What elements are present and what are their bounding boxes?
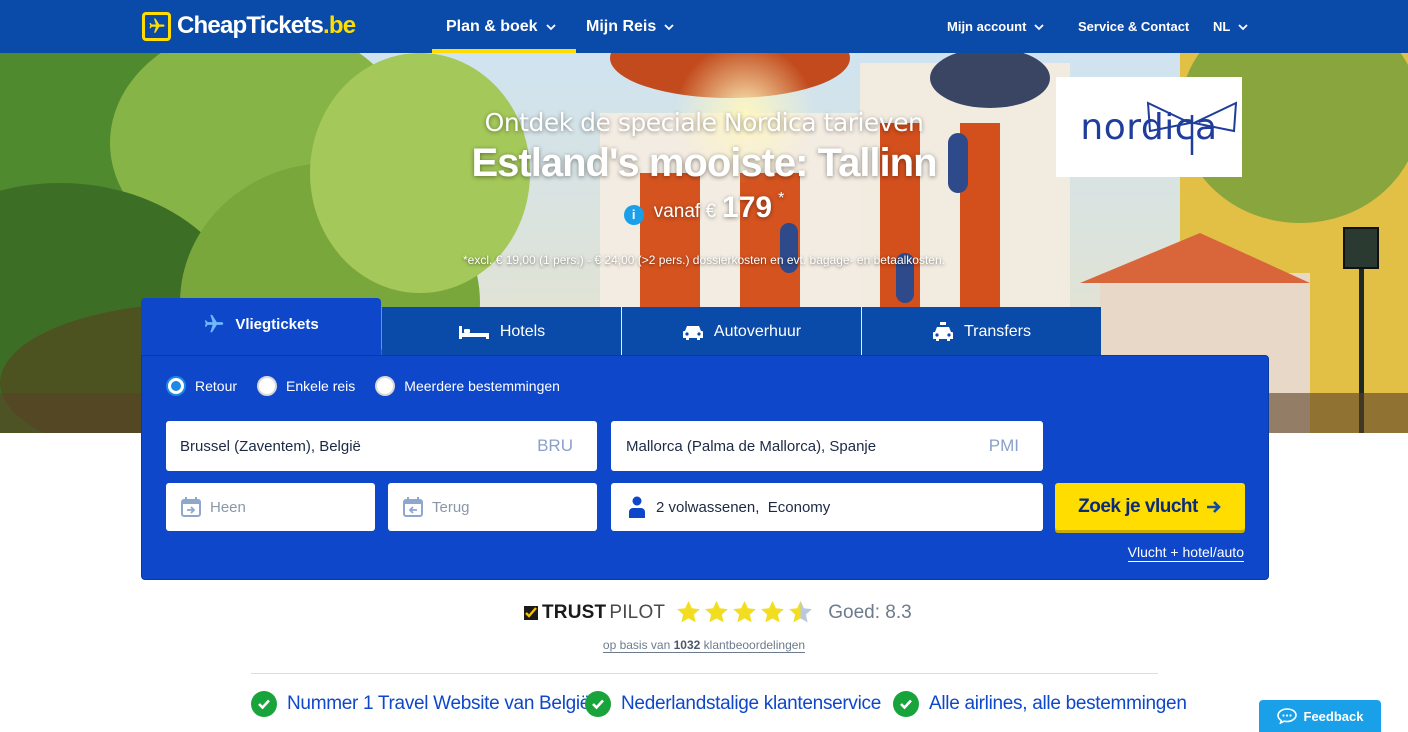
nav-service-label: Service & Contact <box>1078 19 1190 34</box>
passengers-cabin-selector[interactable]: 2 volwassenen, Economy <box>611 483 1043 531</box>
feedback-button[interactable]: Feedback <box>1259 700 1381 732</box>
destination-value: Mallorca (Palma de Mallorca), Spanje <box>626 437 877 455</box>
dragonfly-icon <box>1146 101 1238 155</box>
car-icon <box>682 325 703 340</box>
logo[interactable]: CheapTickets.be <box>142 11 356 41</box>
calendar-return-icon <box>403 497 423 517</box>
tab-transfers[interactable]: Transfers <box>862 307 1101 356</box>
check-circle-icon <box>251 691 277 717</box>
taxi-icon <box>933 321 953 341</box>
trustpilot-reviews-link[interactable]: op basis van 1032 klantbeoordelingen <box>0 638 1408 653</box>
search-button-label: Zoek je vlucht <box>1078 495 1198 517</box>
price-value: 179 <box>722 191 773 224</box>
language-label: NL <box>1213 19 1231 34</box>
radio-button[interactable] <box>375 376 396 396</box>
return-date-input[interactable]: Terug <box>388 483 597 531</box>
rating-stars <box>675 599 814 626</box>
trip-type-meerdere[interactable]: Meerdere bestemmingen <box>375 376 560 396</box>
usp-item: Nederlandstalige klantenservice <box>585 691 881 717</box>
radio-label: Meerdere bestemmingen <box>404 378 560 394</box>
flight-search-panel: Retour Enkele reis Meerdere bestemmingen… <box>141 355 1269 580</box>
check-circle-icon <box>893 691 919 717</box>
flight-hotel-car-link[interactable]: Vlucht + hotel/auto <box>1127 544 1244 562</box>
chevron-down-icon <box>1238 23 1248 30</box>
price-footnote-marker: * <box>778 190 785 207</box>
origin-value: Brussel (Zaventem), België <box>180 437 361 455</box>
nav-account-label: Mijn account <box>947 19 1027 34</box>
chevron-down-icon <box>664 23 674 30</box>
tab-label: Vliegtickets <box>235 315 319 333</box>
info-icon[interactable]: i <box>623 204 644 225</box>
calendar-depart-icon <box>181 497 201 517</box>
trip-type-retour[interactable]: Retour <box>166 376 237 396</box>
usp-label: Alle airlines, alle bestemmingen <box>929 693 1187 714</box>
star-icon <box>789 600 813 623</box>
divider <box>251 673 1158 674</box>
star-icon <box>705 600 729 623</box>
trustpilot-score: Goed: 8.3 <box>828 601 912 623</box>
hero-price: i vanaf € 179 * <box>0 190 1408 225</box>
logo-wordmark: CheapTickets.be <box>177 12 356 39</box>
trustpilot-logo: TRUST PILOT <box>523 602 665 624</box>
product-tabs: Vliegtickets Hotels Autoverhuur Transfer… <box>141 298 1101 356</box>
chat-bubble-icon <box>1276 708 1297 724</box>
chevron-down-icon <box>1034 23 1045 30</box>
chevron-down-icon <box>545 23 556 30</box>
destination-input[interactable]: Mallorca (Palma de Mallorca), Spanje PMI <box>611 421 1043 471</box>
nav-plan-boek-label: Plan & boek <box>446 17 538 35</box>
origin-code: BRU <box>537 436 573 455</box>
check-circle-icon <box>585 691 611 717</box>
nav-service-contact[interactable]: Service & Contact <box>1078 0 1189 53</box>
feedback-label: Feedback <box>1303 708 1364 724</box>
origin-input[interactable]: Brussel (Zaventem), België BRU <box>166 421 597 471</box>
radio-button[interactable] <box>257 376 278 396</box>
partner-logo[interactable]: nordica <box>1056 77 1242 177</box>
plane-logo-icon <box>142 11 171 41</box>
star-icon <box>733 600 757 623</box>
depart-date-input[interactable]: Heen <box>166 483 375 531</box>
tab-autoverhuur[interactable]: Autoverhuur <box>622 307 861 356</box>
arrow-right-icon <box>1206 500 1221 513</box>
depart-placeholder: Heen <box>210 498 246 516</box>
tab-label: Autoverhuur <box>713 322 802 340</box>
price-prefix: vanaf € <box>653 201 717 222</box>
star-icon <box>677 600 701 623</box>
cabin-value: Economy <box>767 498 831 516</box>
trustpilot-check-icon <box>524 605 538 620</box>
nav-mijn-reis-label: Mijn Reis <box>586 17 657 35</box>
usp-item: Nummer 1 Travel Website van België <box>251 691 590 717</box>
tab-hotels[interactable]: Hotels <box>382 307 621 356</box>
usp-label: Nederlandstalige klantenservice <box>621 693 882 714</box>
destination-code: PMI <box>988 436 1019 455</box>
passengers-value: 2 volwassenen, <box>656 498 760 516</box>
trip-type-options: Retour Enkele reis Meerdere bestemmingen <box>166 376 570 396</box>
tab-label: Transfers <box>964 322 1031 340</box>
search-flights-button[interactable]: Zoek je vlucht <box>1055 483 1245 530</box>
usp-label: Nummer 1 Travel Website van België <box>287 693 591 714</box>
top-navigation: CheapTickets.be Plan & boek Mijn Reis Mi… <box>0 0 1408 53</box>
return-placeholder: Terug <box>432 498 470 516</box>
plane-icon <box>205 314 224 333</box>
nav-mijn-reis[interactable]: Mijn Reis <box>586 0 674 53</box>
trustpilot-widget[interactable]: TRUST PILOT Goed: 8.3 <box>523 599 912 626</box>
hero-disclaimer: *excl. € 19,00 (1 pers.) - € 24,00 (>2 p… <box>463 253 945 267</box>
usp-item: Alle airlines, alle bestemmingen <box>893 691 1187 717</box>
person-icon <box>629 496 645 518</box>
radio-label: Enkele reis <box>286 378 356 394</box>
radio-button[interactable] <box>166 376 186 396</box>
bed-icon <box>458 325 489 339</box>
nav-plan-boek[interactable]: Plan & boek <box>432 0 576 53</box>
tab-vliegtickets[interactable]: Vliegtickets <box>141 298 381 356</box>
language-selector[interactable]: NL <box>1213 0 1248 53</box>
star-icon <box>761 600 785 623</box>
trip-type-enkele-reis[interactable]: Enkele reis <box>257 376 355 396</box>
nav-mijn-account[interactable]: Mijn account <box>947 0 1045 53</box>
tab-label: Hotels <box>499 322 546 340</box>
radio-label: Retour <box>195 378 238 394</box>
